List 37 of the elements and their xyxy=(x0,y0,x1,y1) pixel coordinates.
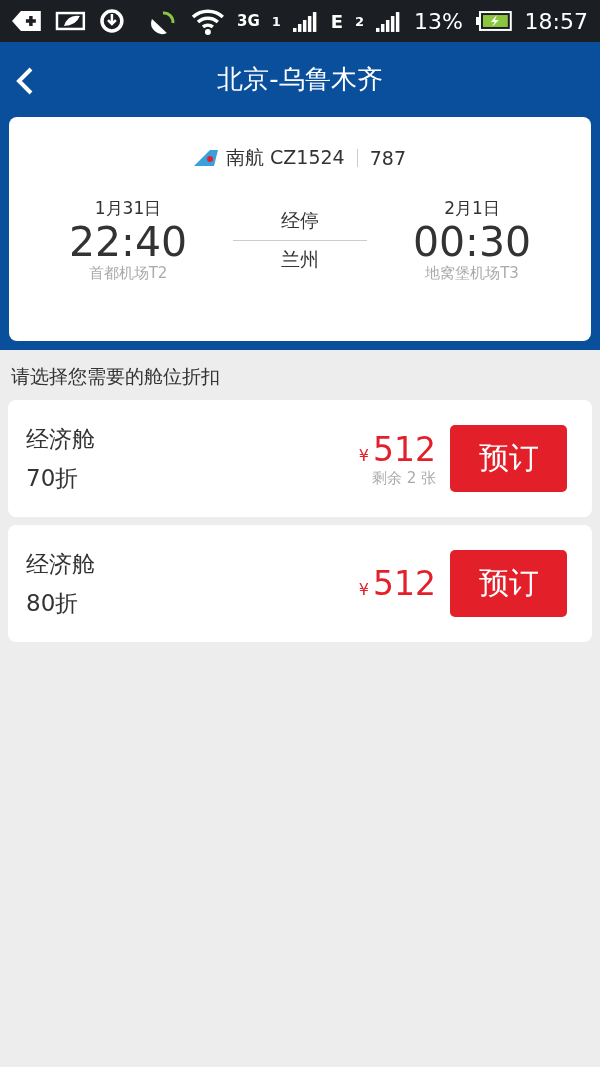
departure-airport: 首都机场T2 xyxy=(88,264,168,283)
signal-icon xyxy=(376,10,402,32)
aircraft-type: 787 xyxy=(369,147,406,169)
departure-time: 22:40 xyxy=(68,220,188,264)
signal-icon xyxy=(292,10,319,32)
price: 512 xyxy=(373,429,436,469)
discount: 70折 xyxy=(26,463,80,493)
back-icon[interactable] xyxy=(15,66,35,96)
battery-leaf-icon xyxy=(53,9,86,33)
arrival-date: 2月1日 xyxy=(444,197,500,220)
add-tag-icon xyxy=(12,9,42,33)
price: 512 xyxy=(373,564,436,603)
book-button[interactable]: 预订 xyxy=(450,550,567,617)
stop-label: 经停 xyxy=(281,207,319,233)
book-button[interactable]: 预订 xyxy=(450,425,567,492)
seats-remaining: 剩余 2 张 xyxy=(371,468,436,488)
currency-symbol: ¥ xyxy=(358,445,369,465)
clock: 18:57 xyxy=(524,8,588,34)
arrival-airport: 地窝堡机场T3 xyxy=(425,264,519,283)
cabin-class: 经济舱 xyxy=(26,549,96,579)
discount: 80折 xyxy=(26,588,80,618)
cabin-class: 经济舱 xyxy=(26,424,96,454)
wifi-icon xyxy=(191,7,226,35)
departure-date: 1月31日 xyxy=(94,197,162,220)
sim-label: 2 xyxy=(355,13,365,29)
arrival-time: 00:30 xyxy=(412,220,532,264)
currency-symbol: ¥ xyxy=(358,580,369,599)
network-type: 3G xyxy=(237,12,260,30)
network-type: E xyxy=(330,10,344,32)
battery-percent: 13% xyxy=(413,8,463,34)
stop-city: 兰州 xyxy=(281,246,319,272)
battery-charging-icon xyxy=(474,10,513,32)
airline-logo-icon xyxy=(194,150,218,166)
sim-label: 1 xyxy=(271,13,281,29)
section-title: 请选择您需要的舱位折扣 xyxy=(10,364,221,389)
page-title: 北京-乌鲁木齐 xyxy=(217,63,383,96)
airline-flight-number: 南航 CZ1524 xyxy=(226,145,345,170)
